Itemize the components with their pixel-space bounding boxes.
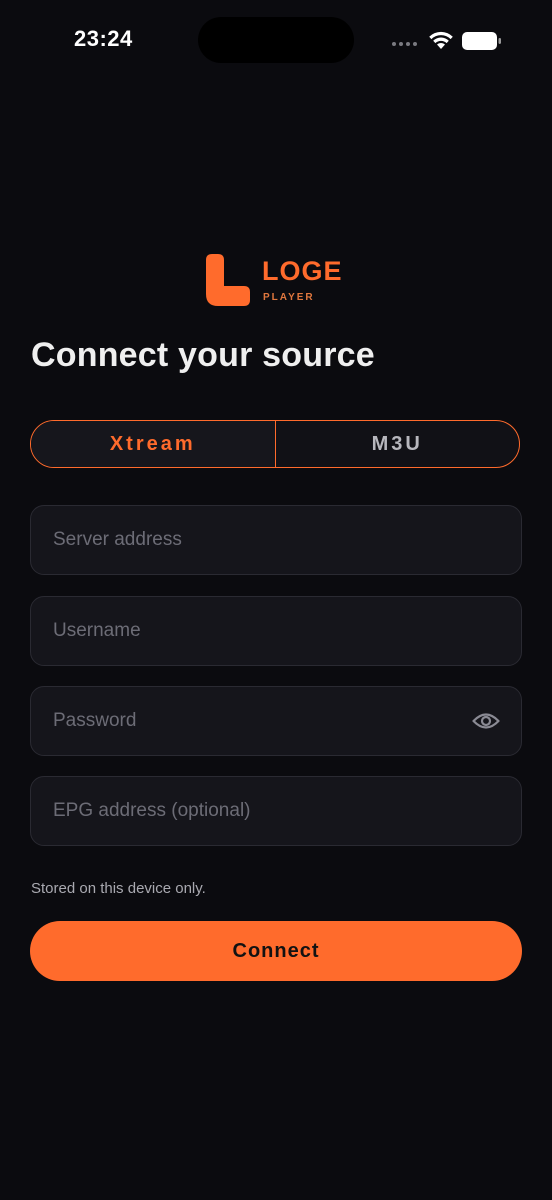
brand-name: LOGE bbox=[262, 256, 343, 286]
username-field bbox=[30, 596, 522, 666]
brand-tagline: PLAYER bbox=[263, 292, 315, 303]
connect-button[interactable]: Connect bbox=[30, 921, 522, 981]
page-title: Connect your source bbox=[31, 336, 375, 374]
epg-address-input[interactable] bbox=[51, 799, 501, 823]
wifi-icon bbox=[428, 30, 454, 55]
status-bar: 23:24 bbox=[0, 0, 552, 80]
server-address-field bbox=[30, 505, 522, 575]
password-field bbox=[30, 686, 522, 756]
tab-xtream[interactable]: Xtream bbox=[31, 421, 275, 467]
source-type-toggle: Xtream M3U bbox=[30, 420, 520, 468]
status-time: 23:24 bbox=[74, 26, 133, 51]
battery-icon bbox=[462, 32, 502, 55]
server-address-input[interactable] bbox=[51, 528, 501, 552]
app-logo: LOGE PLAYER bbox=[204, 254, 354, 306]
loge-logo-mark bbox=[206, 254, 250, 306]
epg-address-field bbox=[30, 776, 522, 846]
tab-m3u[interactable]: M3U bbox=[274, 421, 520, 467]
password-input[interactable] bbox=[51, 709, 471, 733]
eye-icon[interactable] bbox=[471, 710, 501, 732]
username-input[interactable] bbox=[51, 619, 501, 643]
storage-note: Stored on this device only. bbox=[31, 880, 206, 897]
signal-icon bbox=[392, 42, 417, 46]
dynamic-island bbox=[198, 17, 354, 63]
